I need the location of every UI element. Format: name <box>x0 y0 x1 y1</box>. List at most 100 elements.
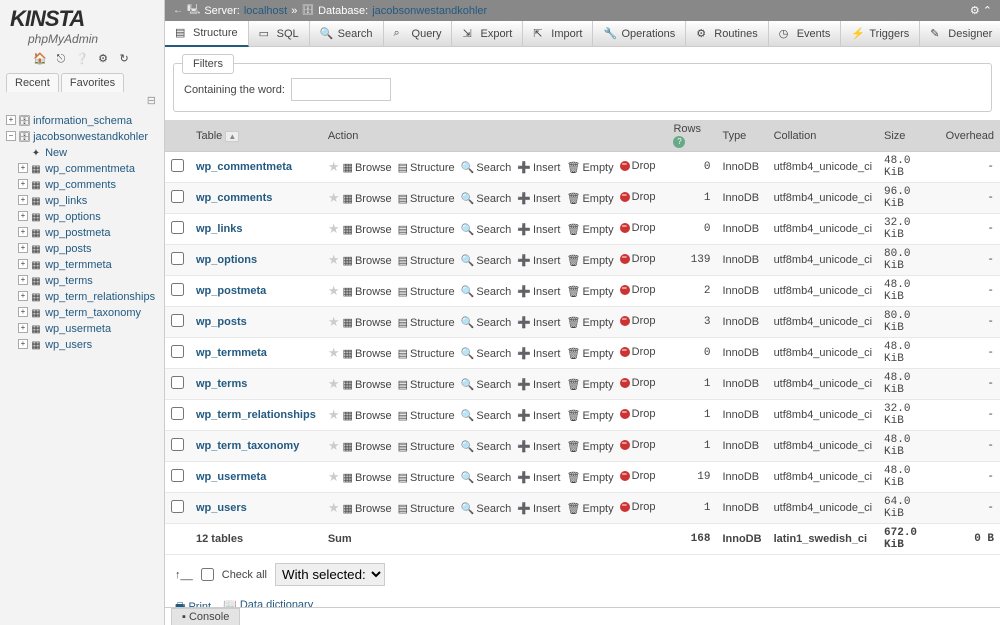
table-name-link[interactable]: wp_commentmeta <box>196 161 292 173</box>
settings-icon[interactable]: ⚙ <box>96 52 110 66</box>
browse-link[interactable]: ▦Browse <box>343 316 392 329</box>
structure-link[interactable]: ▤Structure <box>398 223 455 236</box>
star-icon[interactable]: ★ <box>328 221 340 236</box>
tab-operations[interactable]: 🔧Operations <box>593 21 686 46</box>
drop-link[interactable]: Drop <box>620 315 656 327</box>
structure-link[interactable]: ▤Structure <box>398 254 455 267</box>
browse-link[interactable]: ▦Browse <box>343 254 392 267</box>
search-link[interactable]: 🔍Search <box>461 223 512 236</box>
tree-table[interactable]: +▦ wp_postmeta <box>4 225 164 241</box>
insert-link[interactable]: ➕Insert <box>517 316 560 329</box>
with-selected-select[interactable]: With selected: <box>275 563 385 586</box>
row-checkbox[interactable] <box>171 500 184 513</box>
drop-link[interactable]: Drop <box>620 346 656 358</box>
tree-table[interactable]: +▦ wp_commentmeta <box>4 161 164 177</box>
tab-favorites[interactable]: Favorites <box>61 73 124 92</box>
tree-table[interactable]: +▦ wp_users <box>4 337 164 353</box>
expand-icon[interactable]: + <box>18 179 28 189</box>
tree-db[interactable]: +🗄 information_schema <box>4 113 164 129</box>
browse-link[interactable]: ▦Browse <box>343 440 392 453</box>
tab-query[interactable]: ⌕Query <box>384 21 453 46</box>
table-name-link[interactable]: wp_options <box>196 254 257 266</box>
console-tab[interactable]: ▪ Console <box>171 608 240 625</box>
star-icon[interactable]: ★ <box>328 469 340 484</box>
browse-link[interactable]: ▦Browse <box>343 378 392 391</box>
structure-link[interactable]: ▤Structure <box>398 347 455 360</box>
drop-link[interactable]: Drop <box>620 501 656 513</box>
empty-link[interactable]: 🗑Empty <box>566 223 613 236</box>
tab-export[interactable]: ⇲Export <box>452 21 523 46</box>
empty-link[interactable]: 🗑Empty <box>566 378 613 391</box>
drop-link[interactable]: Drop <box>620 439 656 451</box>
empty-link[interactable]: 🗑Empty <box>566 161 613 174</box>
tree-db[interactable]: −🗄 jacobsonwestandkohler <box>4 129 164 145</box>
expand-icon[interactable]: + <box>18 259 28 269</box>
tree-table[interactable]: +▦ wp_terms <box>4 273 164 289</box>
search-link[interactable]: 🔍Search <box>461 285 512 298</box>
drop-link[interactable]: Drop <box>620 408 656 420</box>
star-icon[interactable]: ★ <box>328 345 340 360</box>
check-all-checkbox[interactable] <box>201 568 214 581</box>
insert-link[interactable]: ➕Insert <box>517 378 560 391</box>
search-link[interactable]: 🔍Search <box>461 192 512 205</box>
tab-recent[interactable]: Recent <box>6 73 59 92</box>
star-icon[interactable]: ★ <box>328 314 340 329</box>
filter-input[interactable] <box>291 78 391 101</box>
drop-link[interactable]: Drop <box>620 284 656 296</box>
empty-link[interactable]: 🗑Empty <box>566 347 613 360</box>
insert-link[interactable]: ➕Insert <box>517 192 560 205</box>
structure-link[interactable]: ▤Structure <box>398 440 455 453</box>
insert-link[interactable]: ➕Insert <box>517 440 560 453</box>
db-link[interactable]: jacobsonwestandkohler <box>372 5 487 17</box>
expand-icon[interactable]: + <box>18 195 28 205</box>
collapse-icon[interactable]: ⊟ <box>0 92 164 109</box>
insert-link[interactable]: ➕Insert <box>517 223 560 236</box>
table-name-link[interactable]: wp_users <box>196 502 247 514</box>
server-link[interactable]: localhost <box>244 5 287 17</box>
search-link[interactable]: 🔍Search <box>461 409 512 422</box>
tree-table[interactable]: +▦ wp_termmeta <box>4 257 164 273</box>
table-name-link[interactable]: wp_comments <box>196 192 272 204</box>
tree-table[interactable]: +▦ wp_comments <box>4 177 164 193</box>
tab-events[interactable]: ◷Events <box>769 21 842 46</box>
search-link[interactable]: 🔍Search <box>461 471 512 484</box>
expand-icon[interactable]: + <box>18 227 28 237</box>
search-link[interactable]: 🔍Search <box>461 316 512 329</box>
collapse-top-icon[interactable]: ⌃ <box>983 5 992 17</box>
tab-structure[interactable]: ▤Structure <box>165 21 249 47</box>
drop-link[interactable]: Drop <box>620 253 656 265</box>
structure-link[interactable]: ▤Structure <box>398 192 455 205</box>
row-checkbox[interactable] <box>171 314 184 327</box>
home-icon[interactable]: 🏠 <box>33 52 47 66</box>
browse-link[interactable]: ▦Browse <box>343 409 392 422</box>
structure-link[interactable]: ▤Structure <box>398 502 455 515</box>
tree-table[interactable]: +▦ wp_term_relationships <box>4 289 164 305</box>
check-all-label[interactable]: Check all <box>222 569 267 581</box>
tab-designer[interactable]: ✎Designer <box>920 21 1000 46</box>
th-type[interactable]: Type <box>716 120 767 152</box>
empty-link[interactable]: 🗑Empty <box>566 254 613 267</box>
docs-icon[interactable]: ❔ <box>75 52 89 66</box>
star-icon[interactable]: ★ <box>328 283 340 298</box>
table-name-link[interactable]: wp_terms <box>196 378 247 390</box>
expand-icon[interactable]: + <box>18 339 28 349</box>
insert-link[interactable]: ➕Insert <box>517 471 560 484</box>
hint-icon[interactable]: ? <box>673 136 685 148</box>
table-name-link[interactable]: wp_links <box>196 223 242 235</box>
structure-link[interactable]: ▤Structure <box>398 285 455 298</box>
browse-link[interactable]: ▦Browse <box>343 471 392 484</box>
insert-link[interactable]: ➕Insert <box>517 347 560 360</box>
insert-link[interactable]: ➕Insert <box>517 161 560 174</box>
row-checkbox[interactable] <box>171 376 184 389</box>
star-icon[interactable]: ★ <box>328 500 340 515</box>
tab-search[interactable]: 🔍Search <box>310 21 384 46</box>
th-table[interactable]: Table ▲ <box>190 120 322 152</box>
browse-link[interactable]: ▦Browse <box>343 161 392 174</box>
search-link[interactable]: 🔍Search <box>461 347 512 360</box>
star-icon[interactable]: ★ <box>328 252 340 267</box>
row-checkbox[interactable] <box>171 283 184 296</box>
search-link[interactable]: 🔍Search <box>461 502 512 515</box>
search-link[interactable]: 🔍Search <box>461 378 512 391</box>
table-name-link[interactable]: wp_usermeta <box>196 471 266 483</box>
insert-link[interactable]: ➕Insert <box>517 502 560 515</box>
